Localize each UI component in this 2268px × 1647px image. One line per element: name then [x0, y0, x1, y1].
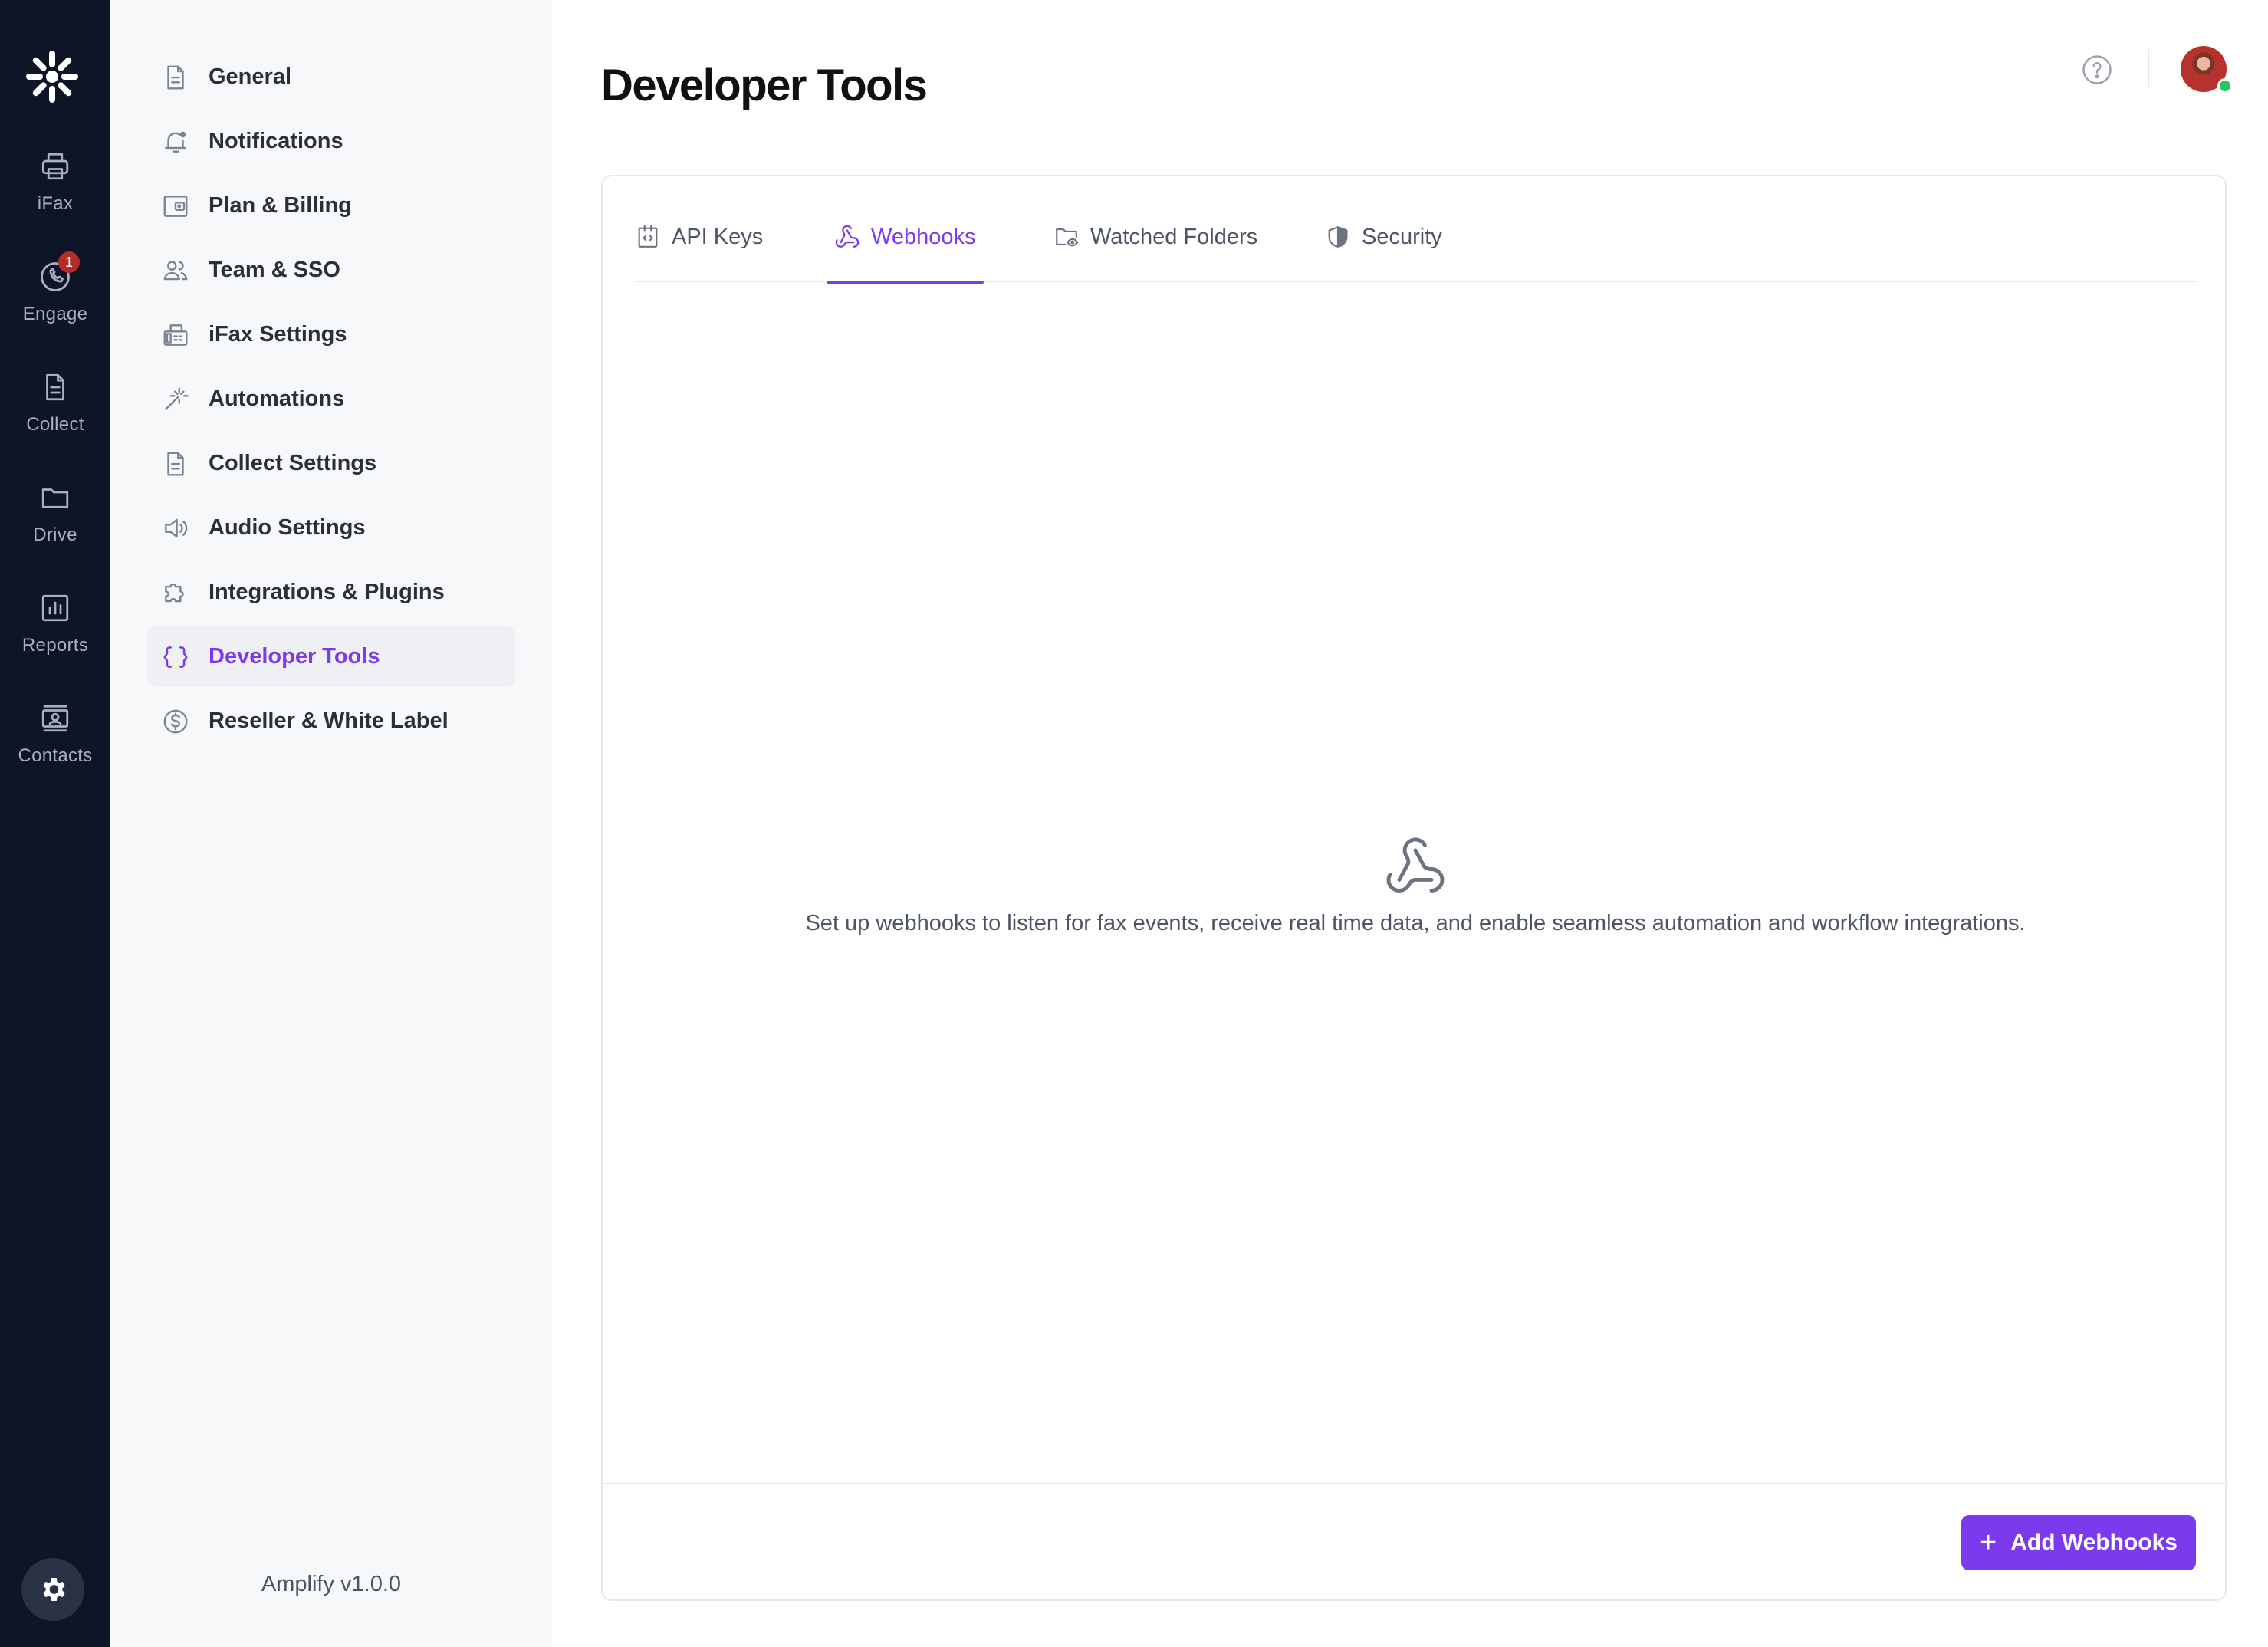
webhook-icon [835, 225, 860, 248]
settings-nav-reseller[interactable]: Reseller & White Label [147, 690, 515, 751]
nav-label: General [209, 64, 291, 89]
nav-label: Team & SSO [209, 257, 340, 282]
fax-icon [161, 321, 190, 350]
nav-label: Collect Settings [209, 450, 377, 475]
gear-icon [43, 1578, 65, 1601]
nav-label: Notifications [209, 128, 343, 153]
empty-state-message: Set up webhooks to listen for fax events… [805, 911, 2026, 935]
plus-icon: + [1980, 1527, 1997, 1559]
tab-label: API Keys [672, 225, 764, 249]
asterisk-logo-icon [26, 51, 78, 103]
settings-nav-notifications[interactable]: Notifications [147, 110, 515, 172]
page-title: Developer Tools [601, 61, 928, 110]
nav-label: iFax Settings [209, 321, 347, 347]
braces-icon [161, 643, 190, 672]
rail-item-collect[interactable]: Collect [0, 371, 110, 455]
puzzle-icon [161, 578, 190, 607]
notification-badge: 1 [58, 251, 80, 273]
tab-label: Security [1362, 225, 1442, 249]
magic-wand-icon [161, 385, 190, 414]
settings-nav-collect-settings[interactable]: Collect Settings [147, 432, 515, 494]
contact-card-icon [41, 705, 69, 732]
app-logo[interactable] [25, 49, 80, 104]
settings-nav-plan-billing[interactable]: Plan & Billing [147, 175, 515, 236]
settings-nav-automations[interactable]: Automations [147, 368, 515, 429]
rail-item-label: Engage [22, 304, 88, 324]
shield-icon [1328, 226, 1348, 248]
rail-item-label: Drive [33, 524, 77, 545]
rail-item-label: Collect [26, 414, 84, 435]
bell-icon [161, 127, 190, 156]
rail-item-drive[interactable]: Drive [0, 482, 110, 566]
rail-item-ifax[interactable]: iFax [0, 150, 110, 235]
rail-item-label: Reports [21, 635, 89, 656]
users-icon [161, 256, 190, 285]
online-status-indicator [2217, 78, 2233, 94]
settings-nav-integrations[interactable]: Integrations & Plugins [147, 561, 515, 623]
document-icon [46, 373, 64, 401]
nav-label: Developer Tools [209, 643, 380, 669]
speaker-icon [161, 514, 190, 543]
chart-icon [41, 594, 69, 622]
settings-button[interactable] [21, 1558, 84, 1621]
footer-divider [603, 1483, 2225, 1484]
help-icon [2082, 55, 2112, 84]
settings-nav-developer-tools[interactable]: Developer Tools [147, 626, 515, 687]
wallet-icon [161, 192, 190, 221]
folder-eye-icon [1056, 228, 1079, 247]
document-icon [161, 449, 190, 478]
tab-bar: API Keys Webhooks Watched Folders Securi… [635, 176, 2196, 284]
help-button[interactable] [2081, 54, 2113, 86]
rail-item-engage[interactable]: 1 Engage [0, 251, 110, 345]
tab-watched-folders[interactable]: Watched Folders [1053, 224, 1257, 282]
tab-api-keys[interactable]: API Keys [635, 224, 763, 282]
tab-webhooks[interactable]: Webhooks [827, 224, 983, 284]
add-webhooks-button[interactable]: + Add Webhooks [1961, 1515, 2196, 1570]
settings-nav-general[interactable]: General [147, 46, 515, 107]
folder-icon [41, 488, 69, 508]
settings-nav-team-sso[interactable]: Team & SSO [147, 239, 515, 301]
nav-label: Reseller & White Label [209, 708, 449, 733]
document-icon [161, 63, 190, 92]
add-webhooks-label: Add Webhooks [2010, 1530, 2178, 1555]
settings-nav-ifax-settings[interactable]: iFax Settings [147, 304, 515, 365]
developer-tools-card: API Keys Webhooks Watched Folders Securi… [601, 175, 2227, 1601]
settings-nav-audio-settings[interactable]: Audio Settings [147, 497, 515, 558]
tab-security[interactable]: Security [1325, 224, 1442, 282]
nav-label: Audio Settings [209, 514, 366, 540]
tab-label: Webhooks [871, 225, 976, 249]
app-version: Amplify v1.0.0 [261, 1572, 402, 1596]
settings-sidebar: General Notifications Plan & Billing Tea… [110, 0, 552, 1647]
nav-label: Integrations & Plugins [209, 579, 445, 604]
tab-label: Watched Folders [1090, 225, 1258, 249]
rail-item-contacts[interactable]: Contacts [0, 702, 110, 787]
webhook-icon [1383, 834, 1448, 899]
rail-item-label: iFax [37, 193, 74, 214]
app-rail: iFax 1 Engage Collect Drive Reports Cont… [0, 0, 110, 1647]
dollar-coin-icon [161, 707, 190, 736]
rail-item-reports[interactable]: Reports [0, 592, 110, 676]
nav-label: Automations [209, 386, 345, 411]
rail-item-label: Contacts [18, 745, 93, 766]
printer-icon [41, 153, 69, 180]
header-divider [2148, 49, 2149, 87]
nav-label: Plan & Billing [209, 192, 352, 218]
code-file-icon [638, 225, 658, 248]
